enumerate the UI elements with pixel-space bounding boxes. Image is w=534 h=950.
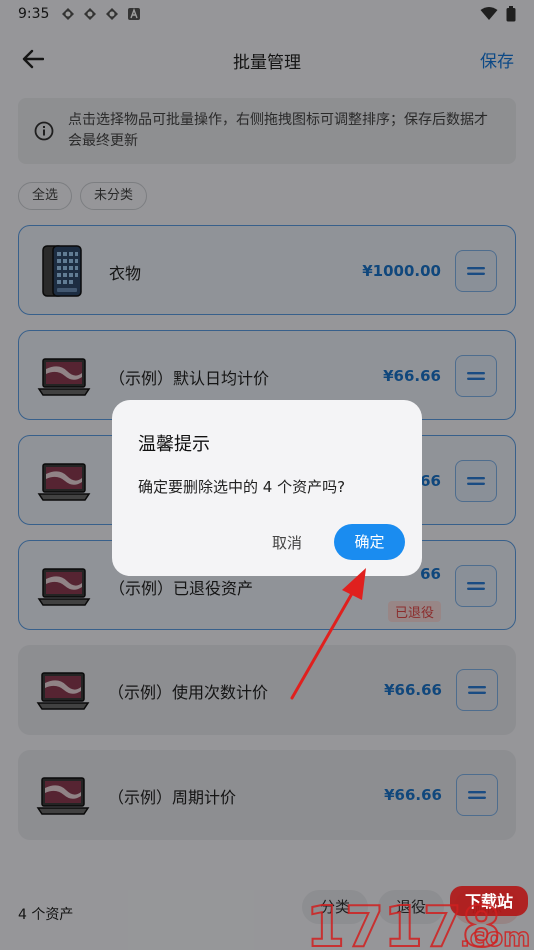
confirm-dialog: 温馨提示 确定要删除选中的 4 个资产吗? 取消 确定: [112, 400, 422, 576]
red-arrow-annotation: [290, 568, 366, 700]
dialog-message: 确定要删除选中的 4 个资产吗?: [138, 478, 346, 496]
dialog-title: 温馨提示: [138, 434, 210, 455]
confirm-button[interactable]: 确定: [334, 524, 405, 560]
site-watermark-logo: 下载站 17178 .com: [305, 886, 531, 950]
cancel-button[interactable]: 取消: [272, 532, 302, 553]
watermark-domain-text: .com: [460, 923, 530, 950]
